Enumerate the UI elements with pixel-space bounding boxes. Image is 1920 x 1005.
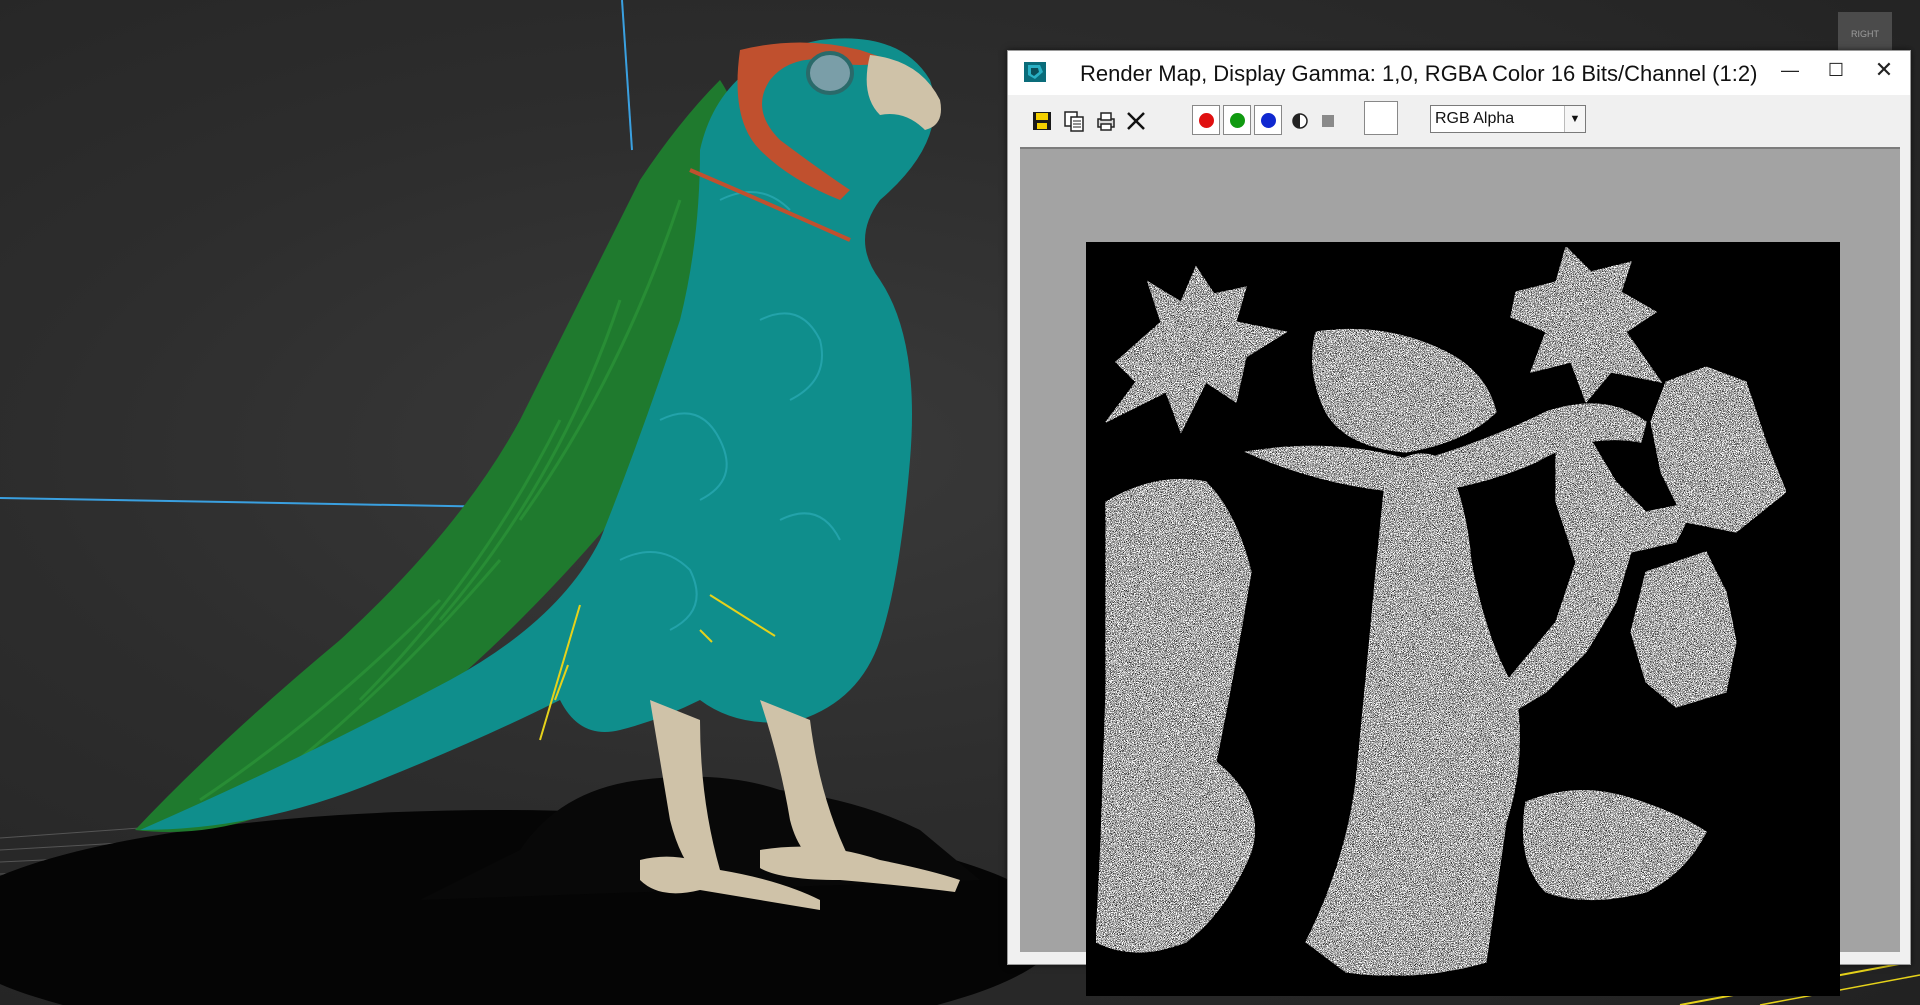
uv-island-group bbox=[1095, 245, 1787, 976]
falcon-eye bbox=[806, 51, 854, 95]
monochrome-icon[interactable] bbox=[1316, 109, 1340, 133]
maximize-button[interactable]: ☐ bbox=[1816, 55, 1856, 85]
render-canvas-area bbox=[1020, 147, 1900, 996]
red-channel-icon bbox=[1199, 113, 1214, 128]
save-image-icon[interactable] bbox=[1030, 109, 1054, 133]
clear-image-icon[interactable] bbox=[1124, 109, 1148, 133]
window-titlebar[interactable]: Render Map, Display Gamma: 1,0, RGBA Col… bbox=[1008, 51, 1910, 95]
green-channel-icon bbox=[1230, 113, 1245, 128]
channel-display-value: RGB Alpha bbox=[1435, 110, 1515, 127]
gizmo-axis-vertical bbox=[621, 0, 633, 151]
render-toolbar: RGB Alpha ▼ bbox=[1020, 99, 1900, 143]
window-title: Render Map, Display Gamma: 1,0, RGBA Col… bbox=[1080, 61, 1758, 86]
uv-islands-image bbox=[1095, 245, 1787, 976]
copy-image-icon[interactable] bbox=[1062, 109, 1086, 133]
blue-channel-toggle[interactable] bbox=[1254, 105, 1282, 135]
3dsmax-app-icon bbox=[1024, 62, 1046, 82]
close-button[interactable]: ✕ bbox=[1864, 55, 1904, 85]
render-map-window: Render Map, Display Gamma: 1,0, RGBA Col… bbox=[1007, 50, 1911, 996]
blue-channel-icon bbox=[1261, 113, 1276, 128]
channel-display-select[interactable]: RGB Alpha ▼ bbox=[1430, 105, 1586, 133]
uv-alpha-render[interactable] bbox=[1086, 242, 1840, 996]
green-channel-toggle[interactable] bbox=[1223, 105, 1251, 135]
red-channel-toggle[interactable] bbox=[1192, 105, 1220, 135]
color-swatch[interactable] bbox=[1364, 101, 1398, 135]
chevron-down-icon: ▼ bbox=[1564, 106, 1585, 132]
minimize-button[interactable]: — bbox=[1770, 55, 1810, 85]
alpha-channel-icon[interactable] bbox=[1288, 109, 1312, 133]
print-image-icon[interactable] bbox=[1094, 109, 1118, 133]
